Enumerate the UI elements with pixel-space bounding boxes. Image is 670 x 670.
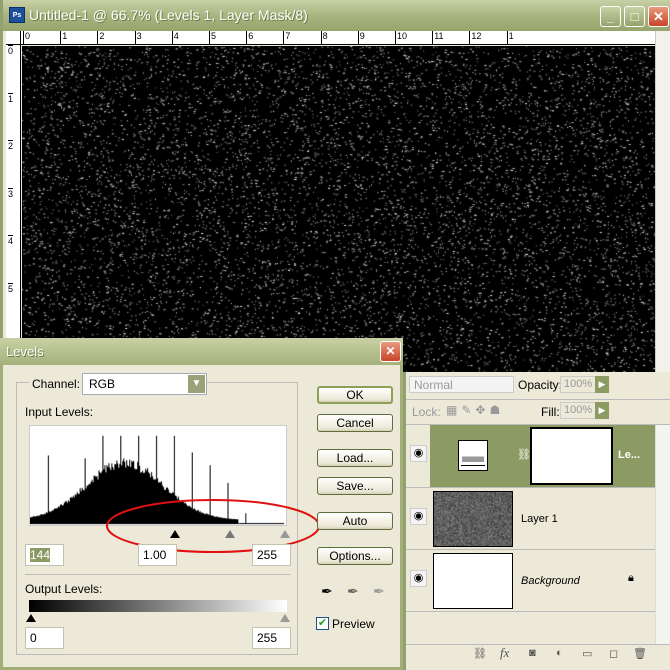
fill-field[interactable]: 100%	[560, 402, 596, 419]
window-title: Untitled-1 @ 66.7% (Levels 1, Layer Mask…	[29, 7, 308, 23]
levels-close-button[interactable]: ✕	[380, 341, 401, 362]
ruler-label: 12	[469, 31, 481, 44]
adjustment-layer-icon[interactable]: ◐	[556, 647, 563, 659]
save-button[interactable]: Save...	[317, 477, 393, 495]
new-layer-icon[interactable]: ◻	[609, 647, 618, 660]
output-black-field[interactable]: 0	[25, 627, 64, 649]
levels-dialog: Levels ✕ Channel: RGB ▼ Input Levels: 144…	[0, 338, 403, 670]
ruler-label: 1	[8, 92, 14, 104]
input-black-field[interactable]: 144	[25, 544, 64, 566]
output-white-slider[interactable]	[280, 614, 290, 622]
ruler-label: 8	[320, 31, 328, 44]
channel-label: Channel:	[29, 377, 84, 391]
levels-title: Levels	[6, 344, 44, 359]
chevron-down-icon: ▼	[188, 375, 205, 393]
levels-adjustment-icon	[458, 440, 488, 471]
background-thumbnail	[433, 553, 513, 609]
layer-style-icon[interactable]: fx	[500, 645, 509, 661]
layer-row-background[interactable]: ◉ Background 🔒︎	[406, 550, 655, 612]
ruler-label: 9	[357, 31, 365, 44]
ruler-label: 2	[8, 140, 14, 152]
trash-icon[interactable]: 🗑︎	[633, 647, 647, 660]
ruler-label: 1	[60, 31, 67, 44]
blend-mode-value: Normal	[414, 378, 453, 392]
output-gradient	[29, 600, 287, 612]
input-levels-label: Input Levels:	[25, 405, 94, 419]
ruler-label: 1	[506, 31, 514, 44]
white-eyedropper-icon[interactable]: ✒	[373, 583, 385, 600]
lock-icons[interactable]: ▦✎✥☗	[446, 403, 504, 417]
ruler-label: 5	[8, 283, 14, 294]
divider	[25, 574, 290, 575]
ruler-label: 10	[395, 31, 407, 44]
ruler-label: 4	[171, 31, 179, 44]
opacity-arrow-button[interactable]: ▶	[595, 376, 609, 393]
ruler-label: 3	[8, 187, 14, 199]
horizontal-ruler[interactable]: 0 1 2 3 4 5 6 7 8 9 10 11 12 1	[21, 31, 655, 45]
lock-icon: 🔒︎	[628, 572, 634, 584]
output-levels-label: Output Levels:	[25, 582, 103, 596]
gray-eyedropper-icon[interactable]: ✒	[347, 583, 359, 600]
channel-value: RGB	[89, 377, 116, 391]
ok-button[interactable]: OK	[317, 386, 393, 404]
opacity-field[interactable]: 100%	[560, 376, 596, 393]
image-canvas[interactable]	[22, 46, 655, 376]
layer-name: Le...	[618, 449, 641, 461]
ruler-label: 11	[432, 31, 444, 44]
visibility-eye-icon[interactable]: ◉	[410, 445, 427, 462]
photoshop-icon: Ps	[9, 7, 25, 23]
ruler-label: 7	[283, 31, 290, 44]
visibility-eye-icon[interactable]: ◉	[410, 570, 427, 587]
levels-title-bar: Levels	[0, 338, 403, 365]
vertical-scrollbar[interactable]	[655, 31, 670, 376]
fill-arrow-button[interactable]: ▶	[595, 402, 609, 419]
preview-label: Preview	[332, 617, 375, 631]
channel-select[interactable]: RGB ▼	[82, 373, 207, 395]
add-mask-icon[interactable]: ◙	[529, 647, 536, 659]
close-button[interactable]: ✕	[648, 6, 669, 27]
fill-label: Fill:	[541, 405, 560, 419]
output-white-field[interactable]: 255	[252, 627, 291, 649]
layer-name: Background	[521, 575, 580, 587]
layers-panel: Normal Opacity: 100% ▶ Lock: ▦✎✥☗ Fill: …	[403, 372, 670, 670]
visibility-eye-icon[interactable]: ◉	[410, 508, 427, 525]
vertical-ruler[interactable]: 0 1 2 3 4 5	[6, 45, 21, 375]
link-icon[interactable]: ⛓	[517, 448, 531, 461]
blend-mode-select[interactable]: Normal	[409, 376, 514, 393]
auto-button[interactable]: Auto	[317, 512, 393, 530]
ruler-label: 0	[23, 31, 30, 44]
ruler-label: 6	[246, 31, 253, 44]
layer-mask-thumbnail[interactable]	[530, 427, 613, 485]
ruler-label: 4	[8, 235, 14, 247]
options-button[interactable]: Options...	[317, 547, 393, 565]
layer-1-thumbnail	[433, 491, 513, 547]
input-black-value: 144	[30, 548, 51, 562]
layer-name: Layer 1	[521, 513, 558, 525]
link-layers-icon[interactable]: ⛓	[473, 647, 487, 660]
output-black-slider[interactable]	[26, 614, 36, 622]
input-gamma-field[interactable]: 1.00	[138, 544, 177, 566]
opacity-label: Opacity:	[518, 378, 563, 392]
preview-checkbox[interactable]: ✔	[316, 617, 329, 630]
divider	[406, 644, 670, 645]
layer-row-levels[interactable]: ◉ ⛓ Le...	[406, 425, 655, 488]
minimize-button[interactable]: _	[600, 6, 621, 27]
ruler-label: 5	[209, 31, 216, 44]
ruler-label: 3	[134, 31, 142, 44]
divider	[406, 399, 670, 400]
group-folder-icon[interactable]: ▭	[582, 647, 592, 660]
black-eyedropper-icon[interactable]: ✒	[321, 583, 333, 600]
layer-row-layer-1[interactable]: ◉ Layer 1	[406, 488, 655, 550]
title-bar: Ps Untitled-1 @ 66.7% (Levels 1, Layer M…	[3, 0, 670, 31]
cancel-button[interactable]: Cancel	[317, 414, 393, 432]
ruler-label: 2	[97, 31, 104, 44]
lock-label: Lock:	[412, 405, 441, 419]
load-button[interactable]: Load...	[317, 449, 393, 467]
ruler-label: 0	[8, 45, 14, 56]
input-white-field[interactable]: 255	[252, 544, 291, 566]
ruler-origin[interactable]	[6, 31, 21, 45]
layers-scrollbar[interactable]	[655, 425, 670, 645]
maximize-button[interactable]: □	[624, 6, 645, 27]
